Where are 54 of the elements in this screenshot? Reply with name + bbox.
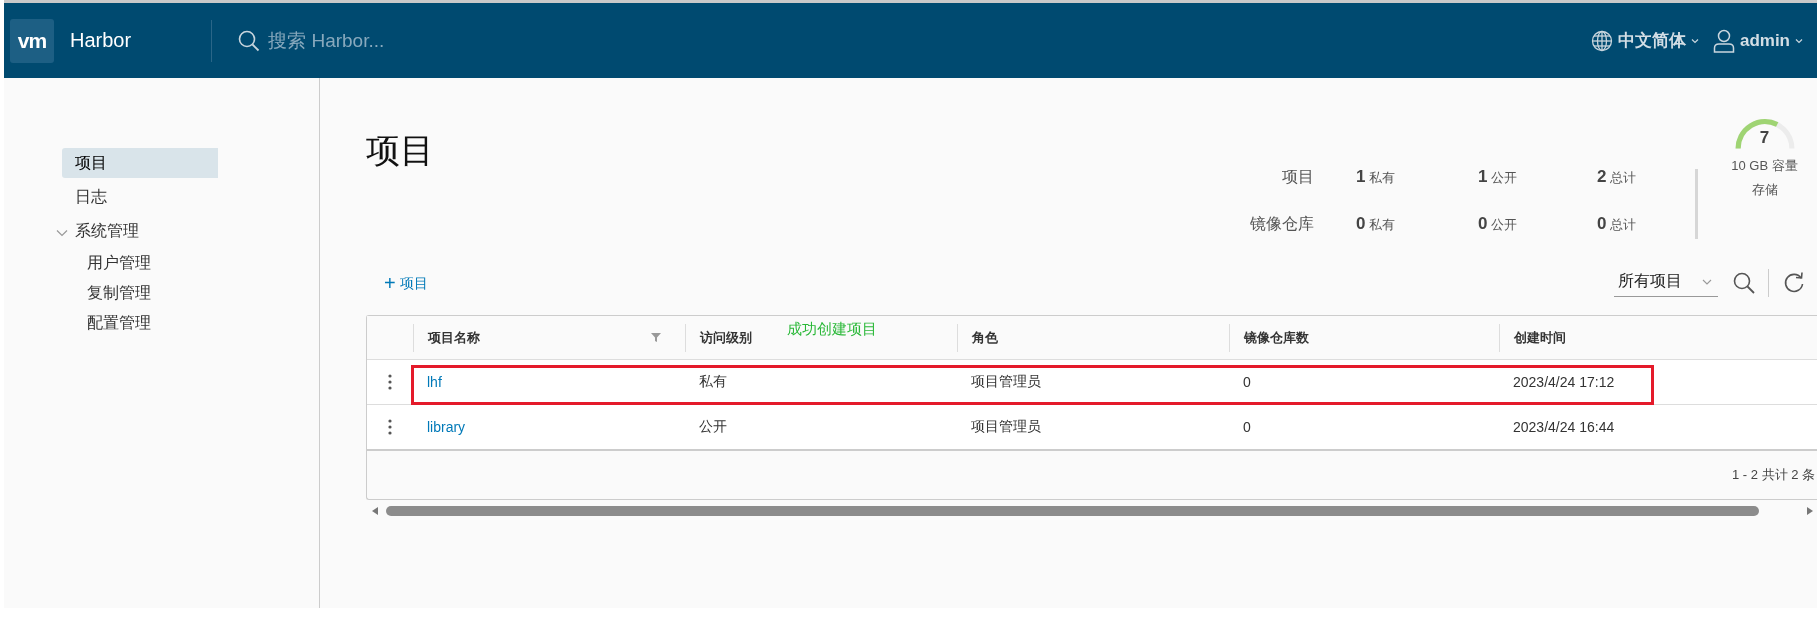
scroll-right-icon[interactable] (1807, 507, 1813, 515)
table-cell: 0 (1243, 419, 1251, 435)
table-cell: 2023/4/24 16:44 (1513, 419, 1615, 435)
sidebar-item[interactable]: 日志 (62, 182, 218, 212)
scroll-left-icon[interactable] (372, 507, 378, 515)
pagination-text: 1 - 2 共计 2 条 (1731, 466, 1815, 484)
caret-icon (1702, 278, 1712, 285)
globe-icon (1590, 29, 1613, 52)
page-title: 项目 (366, 130, 434, 171)
chevron-down-icon[interactable] (56, 229, 68, 237)
stat-count: 1 私有 (1356, 167, 1397, 187)
summary-label: 镜像仓库 (1250, 214, 1315, 234)
search-icon (238, 29, 261, 52)
app-title: Harbor (70, 29, 132, 52)
stat-count: 0 总计 (1597, 214, 1638, 234)
caret-icon (1795, 37, 1803, 44)
user-menu[interactable]: admin (1712, 28, 1803, 53)
project-filter-dropdown[interactable]: 所有项目 (1614, 269, 1718, 297)
column-header[interactable]: 创建时间 (1499, 323, 1817, 352)
table-cell: 私有 (699, 373, 727, 391)
storage-label: 存储 (1751, 181, 1778, 199)
storage-value: 7 (1759, 129, 1770, 147)
sidebar-subitem[interactable]: 配置管理 (62, 310, 242, 336)
sidebar-item[interactable]: 项目 (62, 148, 218, 178)
stat-count: 2 总计 (1597, 167, 1638, 187)
sidebar-item[interactable]: 系统管理 (62, 216, 218, 246)
filter-icon[interactable] (651, 333, 661, 342)
column-header[interactable]: 镜像仓库数 (1229, 323, 1499, 352)
table-cell: 项目管理员 (971, 418, 1041, 436)
sidebar-subitem[interactable]: 复制管理 (62, 280, 242, 306)
language-menu[interactable]: 中文简体 (1590, 29, 1699, 52)
stat-count: 0 公开 (1478, 214, 1519, 234)
summary-label: 项目 (1281, 167, 1315, 187)
logo-icon: vm (10, 18, 54, 63)
more-options-icon[interactable] (388, 419, 392, 435)
stat-count: 0 私有 (1356, 214, 1397, 234)
table-cell: 公开 (699, 418, 727, 436)
more-options-icon[interactable] (388, 374, 392, 390)
search-field[interactable]: 搜索 Harbor... (266, 28, 571, 53)
caret-icon (1690, 37, 1699, 44)
sidebar-subitem[interactable]: 用户管理 (62, 250, 242, 276)
storage-capacity: 10 GB 容量 (1731, 157, 1798, 175)
project-link[interactable]: library (427, 419, 466, 435)
column-header[interactable]: 项目名称 (413, 323, 685, 352)
stat-count: 1 公开 (1478, 167, 1519, 187)
project-link[interactable]: lhf (427, 374, 442, 390)
annotation-text: 成功创建项目 (787, 320, 877, 339)
search-icon[interactable] (1732, 271, 1756, 295)
table-cell: 项目管理员 (971, 373, 1041, 391)
column-header[interactable]: 角色 (957, 323, 1229, 352)
table-cell: 0 (1243, 374, 1251, 390)
refresh-icon[interactable] (1783, 272, 1805, 294)
user-icon (1712, 28, 1735, 53)
table-cell: 2023/4/24 17:12 (1513, 374, 1615, 390)
